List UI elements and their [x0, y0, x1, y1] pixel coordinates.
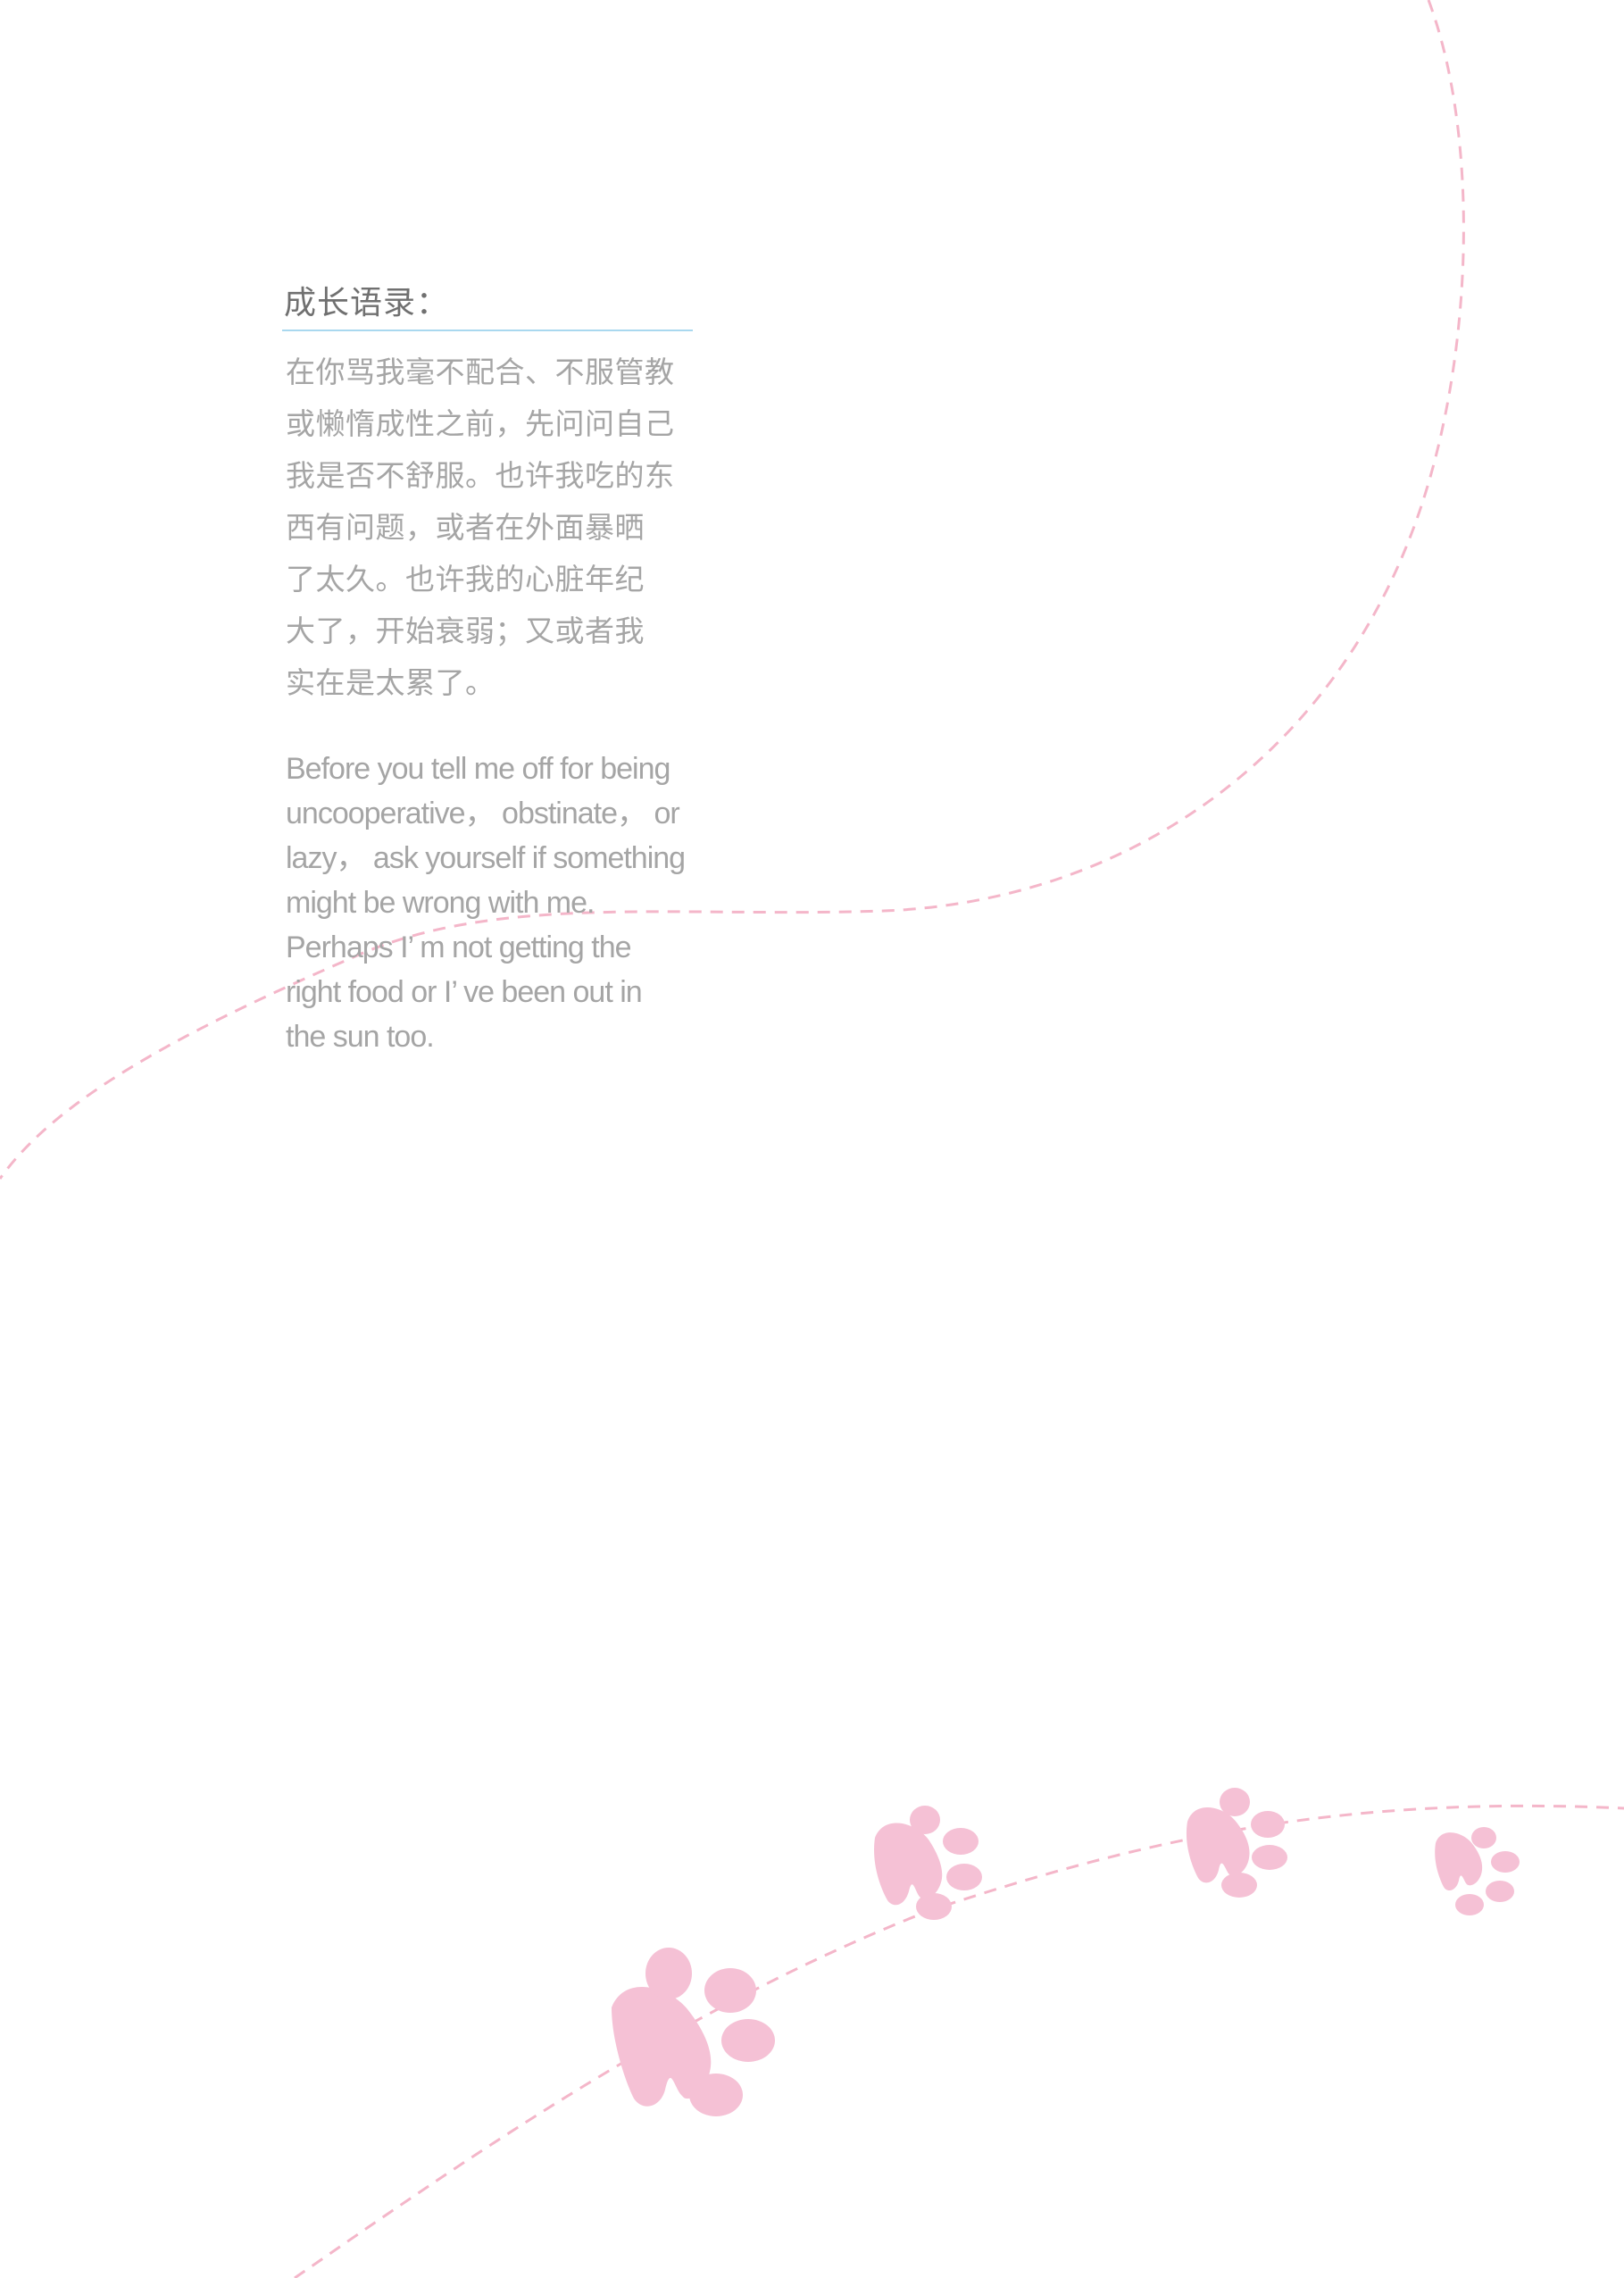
chinese-line: 或懒惰成性之前，先问问自己 [286, 406, 675, 441]
english-line: uncooperative， obstinate， or [286, 797, 680, 830]
chinese-line: 大了，开始衰弱；又或者我 [286, 613, 645, 648]
paw-print-icon [1435, 1827, 1520, 1915]
english-line: lazy， ask yourself if something [286, 841, 686, 875]
dashed-trail-upper [0, 0, 1465, 1180]
english-line: the sun too. [286, 1020, 435, 1054]
chinese-line: 了太久。也许我的心脏年纪 [286, 562, 645, 597]
english-line: Before you tell me off for being [286, 752, 670, 786]
english-line: Perhaps I’ m not getting the [286, 930, 632, 964]
chinese-line: 实在是太累了。 [286, 665, 496, 700]
page: 成长语录： 在你骂我毫不配合、不服管教 或懒惰成性之前，先问问自己 我是否不舒服… [0, 0, 1624, 2278]
paw-print-icon [874, 1806, 982, 1920]
english-line: right food or I’ ve been out in [286, 975, 643, 1009]
paw-print-icon [612, 1948, 775, 2116]
english-line: might be wrong with me. [286, 886, 595, 920]
chinese-line: 在你骂我毫不配合、不服管教 [286, 355, 675, 389]
chinese-line: 我是否不舒服。也许我吃的东 [286, 458, 675, 493]
chinese-paragraph: 在你骂我毫不配合、不服管教 或懒惰成性之前，先问问自己 我是否不舒服。也许我吃的… [286, 346, 679, 709]
section-heading: 成长语录： [284, 285, 450, 321]
chinese-line: 西有问题，或者在外面暴晒 [286, 510, 645, 545]
paw-print-icon [1186, 1788, 1287, 1898]
background-decoration [0, 0, 1624, 2278]
heading-divider [282, 330, 693, 331]
english-paragraph: Before you tell me off for being uncoope… [286, 747, 705, 1059]
